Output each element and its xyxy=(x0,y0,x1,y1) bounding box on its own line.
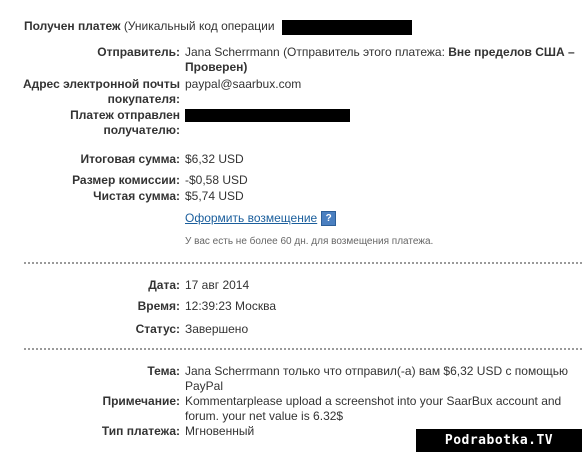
note-label: Примечание: xyxy=(102,394,180,408)
help-icon[interactable]: ? xyxy=(321,211,337,227)
sender-value: Jana Scherrmann (Отправитель этого плате… xyxy=(185,45,580,75)
refund-link[interactable]: Оформить возмещение xyxy=(185,211,317,225)
transaction-header: Получен платеж (Уникальный код операции xyxy=(24,19,275,33)
sent-to-label-line2: получателю: xyxy=(103,123,180,137)
date-label: Дата: xyxy=(148,278,180,292)
sender-name: Jana Scherrmann xyxy=(185,45,280,59)
section-divider-2 xyxy=(24,348,582,350)
note-value: Kommentarplease upload a screenshot into… xyxy=(185,394,562,423)
redacted-recipient-email xyxy=(185,109,350,122)
subject-value: Jana Scherrmann только что отправил(-а) … xyxy=(185,364,569,393)
sender-status-prefix: (Отправитель этого платежа: xyxy=(283,45,445,59)
total-label: Итоговая сумма: xyxy=(80,152,180,166)
payment-type-value: Мгновенный xyxy=(185,424,255,438)
buyer-email-label-line1: Адрес электронной почты xyxy=(22,77,180,91)
header-transaction-id-label: (Уникальный код операции xyxy=(123,19,275,33)
fee-value: -$0,58 USD xyxy=(185,173,248,187)
fee-label: Размер комиссии: xyxy=(72,173,180,187)
site-watermark: Podrabotka.TV xyxy=(416,429,582,452)
total-value: $6,32 USD xyxy=(185,152,244,166)
status-value: Завершено xyxy=(185,322,249,336)
buyer-email-value: paypal@saarbux.com xyxy=(185,77,302,91)
subject-label: Тема: xyxy=(147,364,180,378)
date-value: 17 авг 2014 xyxy=(185,278,250,292)
sender-label: Отправитель: xyxy=(97,45,180,59)
buyer-email-label-line2: покупателя: xyxy=(107,92,180,106)
refund-note: У вас есть не более 60 дн. для возмещени… xyxy=(185,236,434,247)
redacted-transaction-id xyxy=(282,20,412,35)
net-label: Чистая сумма: xyxy=(93,189,180,203)
time-value: 12:39:23 Москва xyxy=(185,299,277,313)
refund-row: Оформить возмещение? xyxy=(185,211,337,227)
header-title: Получен платеж xyxy=(24,19,121,33)
sent-to-label-line1: Платеж отправлен xyxy=(70,108,180,122)
payment-type-label: Тип платежа: xyxy=(101,424,180,438)
net-value: $5,74 USD xyxy=(185,189,244,203)
section-divider-1 xyxy=(24,262,582,264)
status-label: Статус: xyxy=(135,322,180,336)
time-label: Время: xyxy=(137,299,180,313)
